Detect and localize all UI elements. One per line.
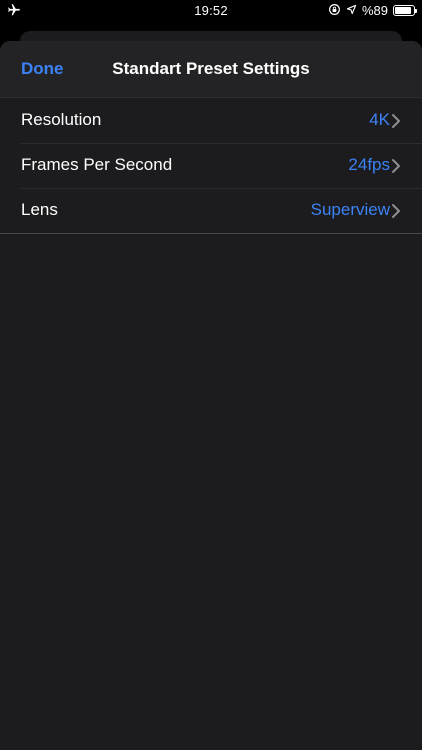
- navigation-bar: Done Standart Preset Settings: [0, 41, 422, 98]
- location-arrow-icon: [346, 3, 357, 18]
- preset-settings-sheet: Done Standart Preset Settings Resolution…: [0, 41, 422, 750]
- row-label: Resolution: [21, 110, 102, 129]
- chevron-right-icon: [391, 113, 401, 129]
- row-label: Lens: [21, 200, 58, 219]
- screen: 19:52 %89 Done Standart Preset Settings …: [0, 0, 422, 750]
- settings-list: Resolution 4K Frames Per Second 24fps Le…: [0, 98, 422, 234]
- battery-fill: [395, 7, 412, 14]
- orientation-lock-icon: [328, 3, 341, 19]
- row-label: Frames Per Second: [21, 155, 173, 174]
- settings-row-frames-per-second[interactable]: Frames Per Second 24fps: [0, 143, 422, 188]
- row-value: 4K: [369, 110, 390, 129]
- battery-cap: [415, 9, 417, 13]
- status-right-group: %89: [328, 2, 417, 19]
- battery-percentage: %89: [361, 2, 388, 18]
- chevron-right-icon: [391, 203, 401, 219]
- status-bar: 19:52 %89: [0, 0, 422, 22]
- row-value: Superview: [310, 200, 390, 219]
- chevron-right-icon: [391, 158, 401, 174]
- page-title: Standart Preset Settings: [112, 59, 310, 78]
- battery-icon: [393, 5, 417, 16]
- settings-row-lens[interactable]: Lens Superview: [0, 188, 422, 233]
- row-value: 24fps: [348, 155, 390, 174]
- settings-row-resolution[interactable]: Resolution 4K: [0, 98, 422, 143]
